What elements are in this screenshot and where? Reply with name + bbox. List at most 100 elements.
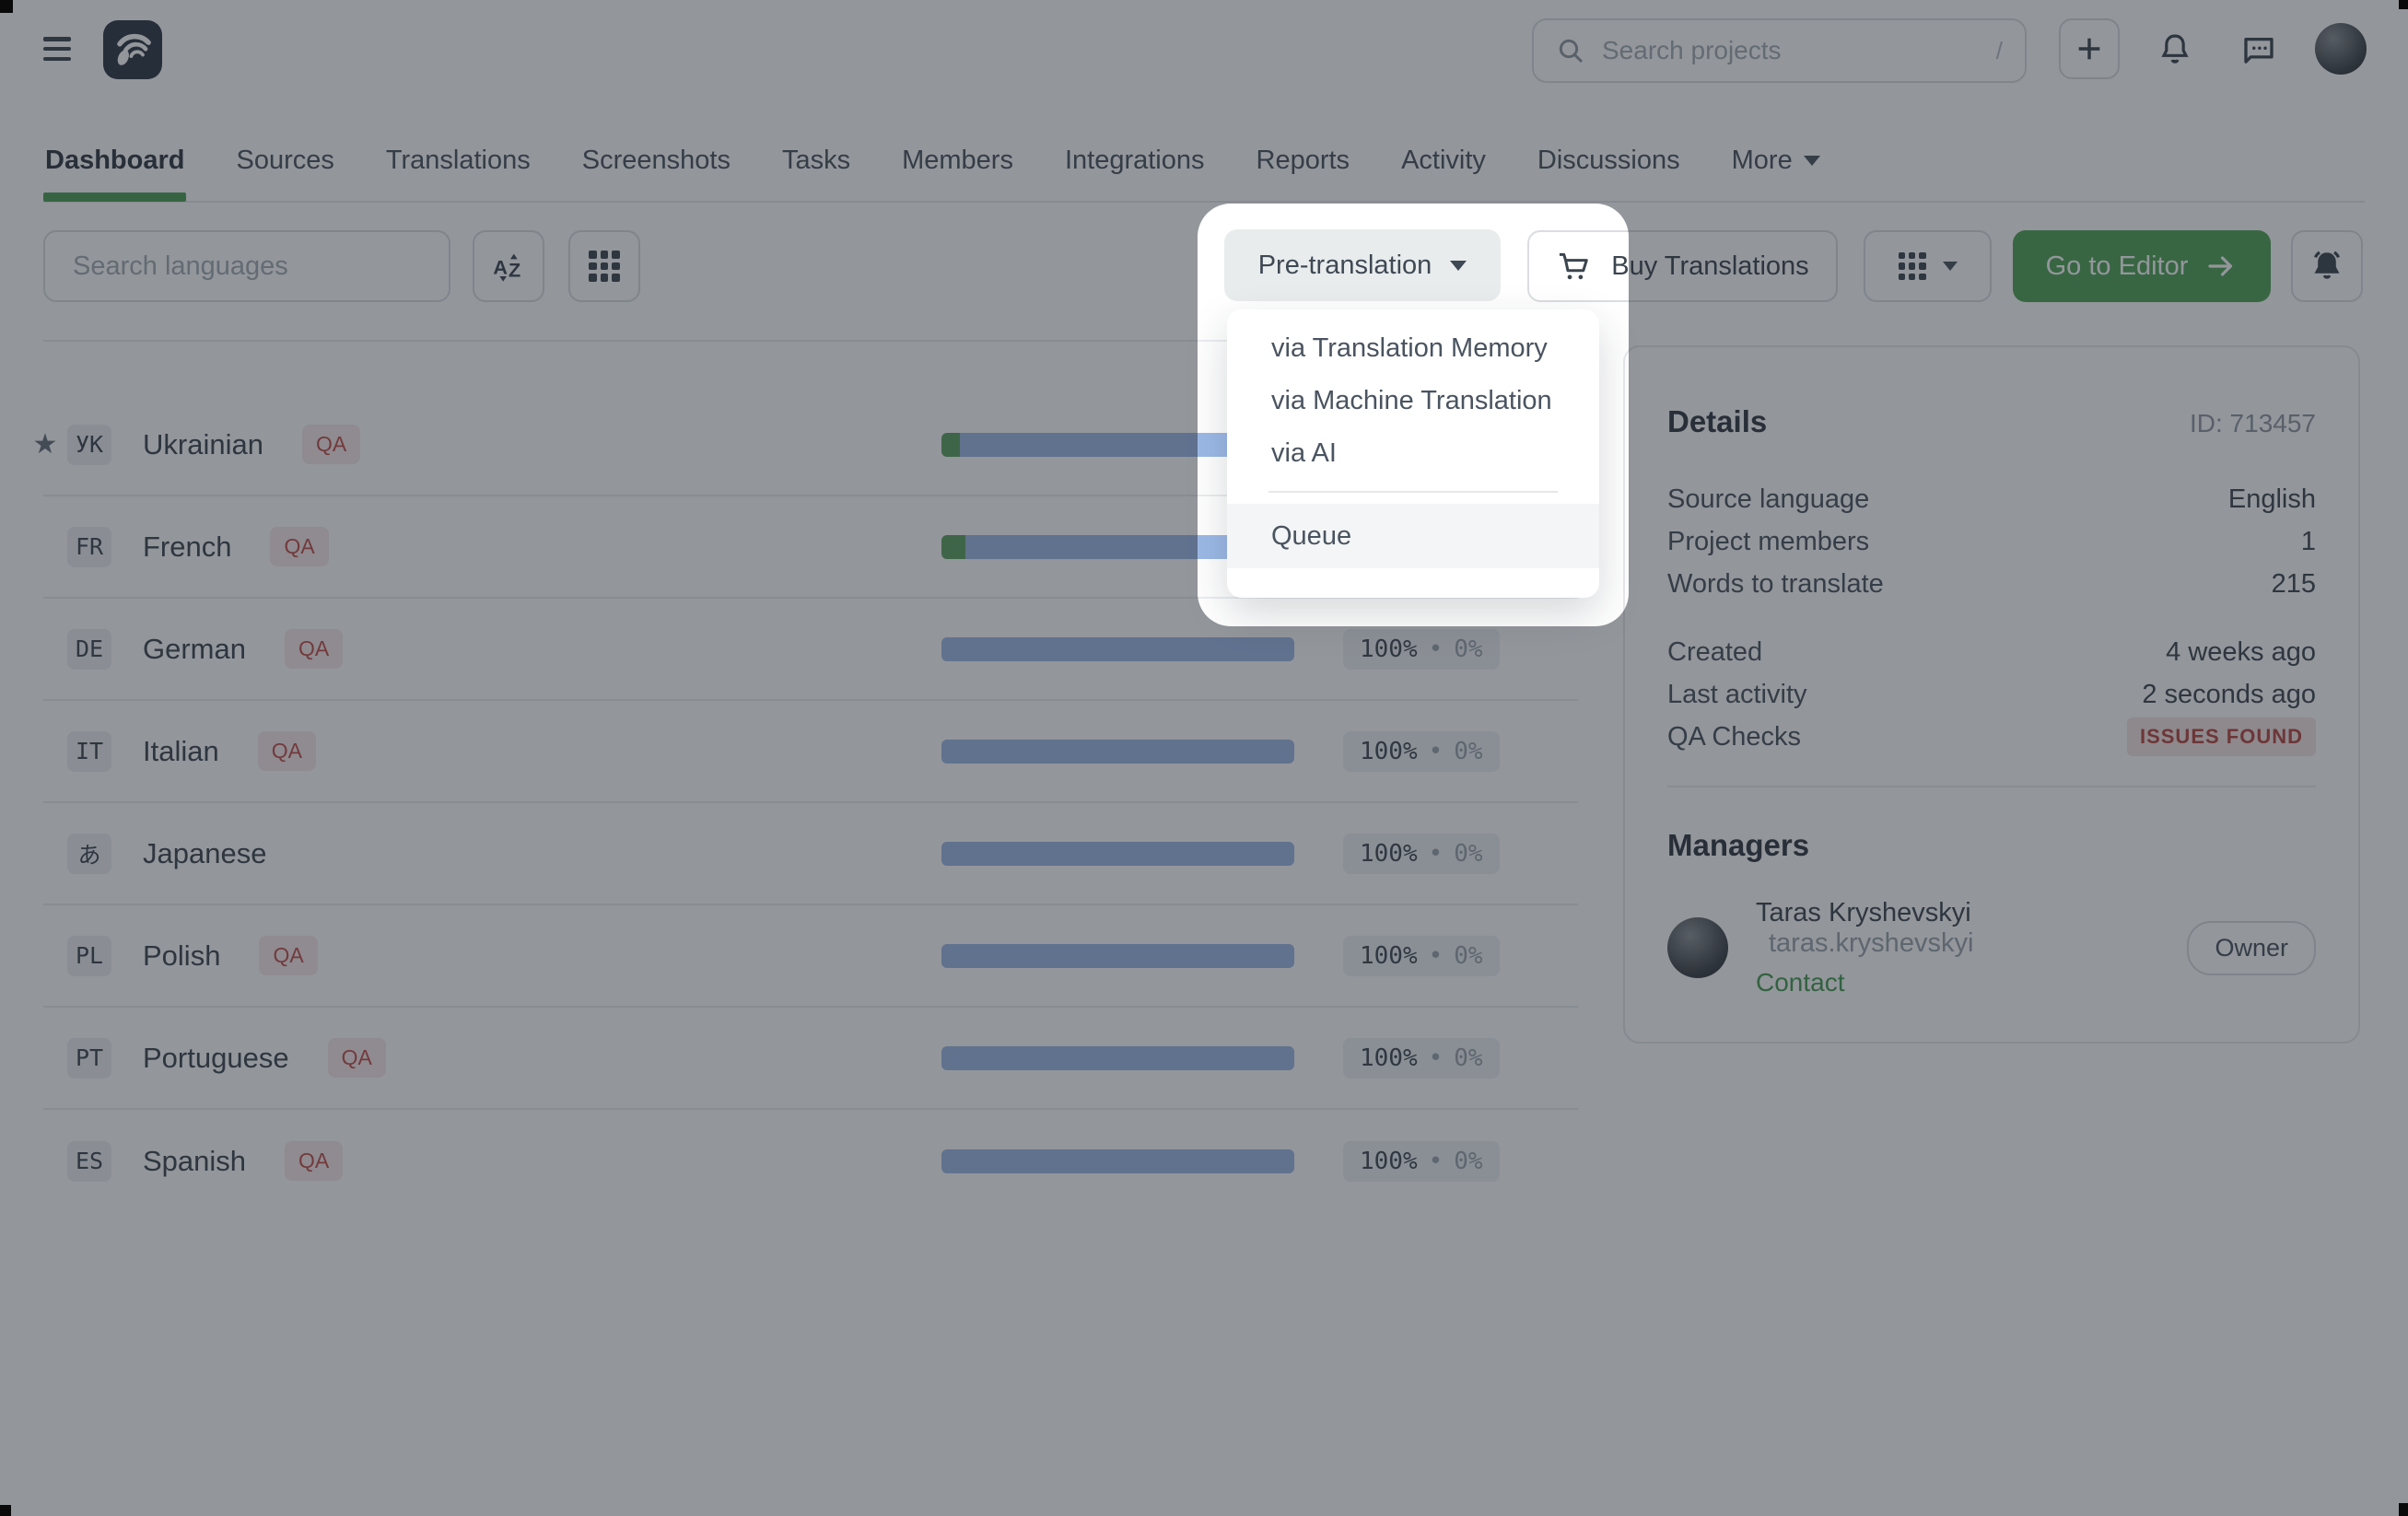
tab-integrations[interactable]: Integrations (1063, 129, 1207, 200)
create-project-button[interactable] (2059, 18, 2120, 79)
chevron-down-icon (1804, 156, 1820, 166)
search-languages-placeholder: Search languages (73, 251, 288, 282)
chat-icon (2239, 30, 2278, 69)
svg-text:A: A (493, 255, 508, 278)
qa-badge[interactable]: QA (302, 425, 360, 464)
arrow-right-icon (2204, 250, 2238, 283)
language-name[interactable]: Ukrainian (143, 428, 263, 461)
pretranslation-label: Pre-translation (1258, 251, 1432, 281)
details-title: Details (1667, 404, 1767, 439)
translation-progress-bar (941, 1046, 1294, 1070)
language-name[interactable]: French (143, 531, 231, 564)
translation-progress-bar (941, 740, 1294, 764)
menu-item-via-machine-translation[interactable]: via Machine Translation (1227, 375, 1599, 427)
manager-contact-link[interactable]: Contact (1756, 968, 1845, 997)
tab-tasks[interactable]: Tasks (780, 129, 852, 200)
tab-sources[interactable]: Sources (234, 129, 335, 200)
language-code-badge: IT (67, 731, 111, 772)
manager-username: taras.kryshevskyi (1769, 928, 1973, 958)
qa-badge[interactable]: QA (328, 1038, 386, 1078)
qa-badge[interactable]: QA (285, 1141, 343, 1181)
buy-translations-label: Buy Translations (1611, 251, 1808, 282)
language-row-german[interactable]: ★ DE German QA 100%•0% (43, 599, 1578, 701)
menu-item-via-ai[interactable]: via AI (1227, 427, 1599, 480)
qa-badge[interactable]: QA (270, 527, 328, 566)
language-row-portuguese[interactable]: ★ PT Portuguese QA 100%•0% (43, 1008, 1578, 1110)
progress-percent-label: 100%•0% (1343, 834, 1500, 874)
language-row-japanese[interactable]: ★ あ Japanese QA 100%•0% (43, 803, 1578, 905)
translation-progress-bar (941, 637, 1294, 661)
detail-row-qa-checks: QA Checks ISSUES FOUND (1667, 716, 2316, 758)
sort-languages-button[interactable]: A Z (473, 230, 544, 302)
qa-badge[interactable]: QA (258, 731, 316, 771)
corner-artifact (2399, 1503, 2408, 1516)
progress-percent-label: 100%•0% (1343, 731, 1500, 772)
tab-more[interactable]: More (1730, 129, 1822, 200)
messages-button[interactable] (2229, 20, 2288, 79)
detail-row-words-to-translate: Words to translate215 (1667, 563, 2316, 605)
search-icon (1556, 36, 1585, 65)
bell-icon (2157, 31, 2193, 68)
language-row-spanish[interactable]: ★ ES Spanish QA 100%•0% (43, 1110, 1578, 1212)
pretranslation-dropdown-menu: via Translation Memory via Machine Trans… (1227, 309, 1599, 598)
project-id: ID: 713457 (2190, 409, 2316, 438)
tab-translations[interactable]: Translations (384, 129, 532, 200)
language-name[interactable]: Spanish (143, 1145, 246, 1178)
tab-dashboard[interactable]: Dashboard (43, 129, 186, 200)
user-avatar[interactable] (2315, 23, 2367, 75)
manager-name[interactable]: Taras Kryshevskyi (1756, 898, 1971, 927)
tab-activity[interactable]: Activity (1399, 129, 1488, 200)
sort-az-icon: A Z (490, 248, 527, 285)
tab-screenshots[interactable]: Screenshots (580, 129, 732, 200)
corner-artifact (0, 1505, 11, 1516)
tab-discussions[interactable]: Discussions (1536, 129, 1682, 200)
go-to-editor-label: Go to Editor (2046, 251, 2189, 282)
menu-item-queue[interactable]: Queue (1227, 504, 1599, 568)
language-name[interactable]: Portuguese (143, 1042, 289, 1075)
progress-percent-label: 100%•0% (1343, 1038, 1500, 1079)
notifications-button[interactable] (2145, 20, 2204, 79)
managers-title: Managers (1667, 828, 2316, 863)
buy-translations-button[interactable]: Buy Translations (1527, 230, 1838, 302)
list-view-button[interactable] (568, 230, 640, 302)
qa-badge[interactable]: QA (285, 629, 343, 669)
chevron-down-icon (1450, 261, 1467, 271)
ringing-bell-icon (2308, 247, 2346, 286)
detail-row-source-language: Source languageEnglish (1667, 478, 2316, 520)
language-name[interactable]: Japanese (143, 837, 266, 870)
view-switcher-button[interactable] (1864, 230, 1992, 302)
language-name[interactable]: Italian (143, 735, 219, 768)
star-icon[interactable]: ★ (27, 428, 64, 461)
hamburger-menu-icon[interactable] (43, 37, 71, 61)
search-projects-input[interactable]: Search projects / (1532, 18, 2027, 83)
corner-artifact (0, 0, 13, 13)
language-code-badge: DE (67, 629, 111, 670)
issues-found-badge[interactable]: ISSUES FOUND (2127, 717, 2316, 756)
project-details-panel: Details ID: 713457 Source languageEnglis… (1623, 345, 2360, 1044)
tab-members[interactable]: Members (900, 129, 1015, 200)
language-code-badge: PT (67, 1038, 111, 1079)
translation-progress-bar (941, 944, 1294, 968)
project-nav-tabs: Dashboard Sources Translations Screensho… (43, 127, 2365, 203)
app-logo[interactable] (103, 20, 162, 79)
manager-avatar[interactable] (1667, 917, 1728, 978)
language-row-italian[interactable]: ★ IT Italian QA 100%•0% (43, 701, 1578, 803)
qa-badge[interactable]: QA (259, 936, 317, 975)
language-name[interactable]: Polish (143, 939, 220, 973)
svg-text:Z: Z (508, 259, 520, 282)
grid-view-icon (1899, 252, 1926, 280)
language-code-badge: ES (67, 1141, 111, 1182)
progress-percent-label: 100%•0% (1343, 936, 1500, 976)
owner-role-badge[interactable]: Owner (2187, 921, 2316, 975)
plus-icon (2074, 33, 2105, 64)
language-name[interactable]: German (143, 633, 246, 666)
search-languages-input[interactable]: Search languages (43, 230, 450, 302)
language-row-polish[interactable]: ★ PL Polish QA 100%•0% (43, 905, 1578, 1008)
go-to-editor-button[interactable]: Go to Editor (2013, 230, 2271, 302)
pretranslation-button[interactable]: Pre-translation (1224, 229, 1501, 301)
menu-item-via-translation-memory[interactable]: via Translation Memory (1227, 322, 1599, 375)
divider (1667, 786, 2316, 787)
subscribe-notifications-button[interactable] (2291, 230, 2363, 302)
crowdin-logo-icon (110, 27, 156, 73)
tab-reports[interactable]: Reports (1255, 129, 1352, 200)
